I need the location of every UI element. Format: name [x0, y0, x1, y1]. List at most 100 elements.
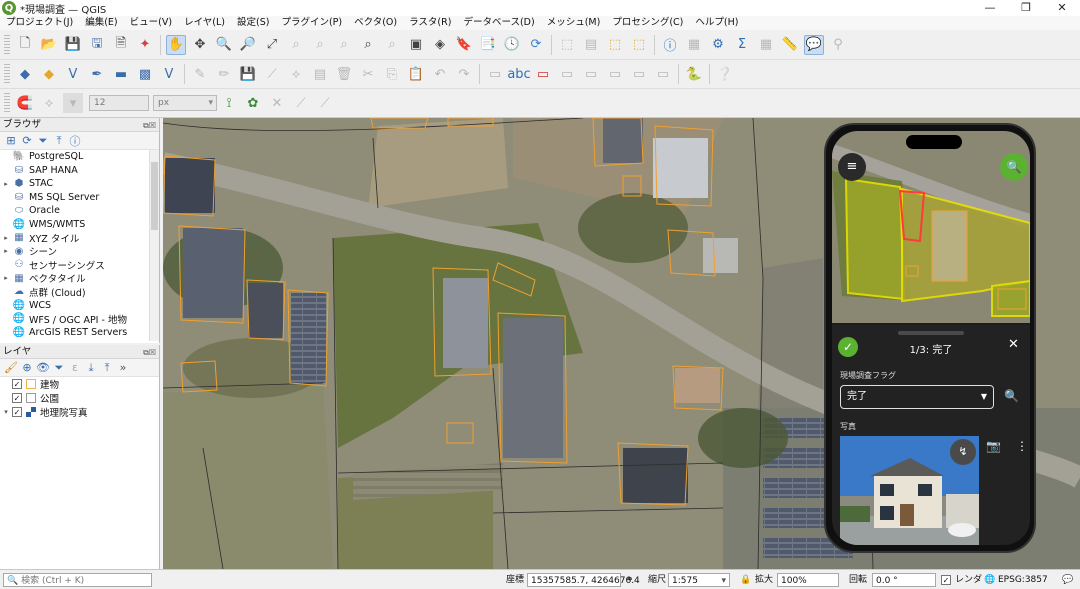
browser-item-sensorthings[interactable]: ⚇ センサーシングス — [0, 258, 159, 272]
menu-database[interactable]: データベース(D) — [457, 16, 540, 30]
filter-expression-icon[interactable]: ε — [67, 361, 83, 374]
zoom-last-icon[interactable]: ⌕ — [358, 35, 378, 55]
browser-item-wms[interactable]: 🌐 WMS/WMTS — [0, 218, 159, 232]
browser-item-stac[interactable]: ▸ ⬢ STAC — [0, 177, 159, 191]
modify-attributes-icon[interactable]: ▤ — [310, 64, 330, 84]
save-as-icon[interactable]: 🖫 — [87, 35, 107, 55]
paste-features-icon[interactable]: 📋 — [406, 64, 426, 84]
identify-icon[interactable]: ⓘ — [660, 35, 680, 55]
data-source-manager-icon[interactable]: ◆ — [15, 64, 35, 84]
label-show-icon[interactable]: ▭ — [629, 64, 649, 84]
open-project-icon[interactable]: 📂 — [39, 35, 59, 55]
style-layer-icon[interactable]: 🖌 — [3, 361, 19, 374]
tree-arrow[interactable]: ▾ — [0, 408, 12, 416]
select-location-icon[interactable]: ⬚ — [629, 35, 649, 55]
toggle-editing-icon[interactable]: ✏ — [214, 64, 234, 84]
label-highlight-icon[interactable]: abc — [507, 64, 530, 84]
layer-item-buildings[interactable]: ✓ 建物 — [0, 377, 159, 391]
lock-scale-icon[interactable]: 🔒 — [740, 573, 751, 587]
tracing-icon[interactable]: ⟋ — [291, 93, 311, 113]
menu-settings[interactable]: 設定(S) — [231, 16, 275, 30]
browser-item-mssql[interactable]: ⛁ MS SQL Server — [0, 191, 159, 205]
edit-photo-icon[interactable]: ↯ — [950, 439, 976, 465]
add-layer-icon[interactable]: ◆ — [39, 64, 59, 84]
coordinate-field[interactable]: 15357585.7, 4264676.4 — [527, 573, 640, 587]
add-group-icon[interactable]: ⊕ — [19, 361, 35, 374]
print-layout-icon[interactable]: 🗎 — [111, 35, 131, 55]
statistics-icon[interactable]: Σ — [732, 35, 752, 55]
more-tools-icon[interactable]: » — [115, 361, 131, 374]
menu-view[interactable]: ビュー(V) — [124, 16, 178, 30]
locator-search-input[interactable]: 🔍 検索 (Ctrl + K) — [3, 573, 152, 587]
pan-hand-icon[interactable]: ✋ — [166, 34, 186, 55]
new-3d-view-icon[interactable]: ◈ — [430, 35, 450, 55]
expand-all-icon[interactable]: ⤓ — [83, 361, 99, 375]
processing-toolbox-icon[interactable]: ⚙ — [708, 35, 728, 55]
refresh-icon[interactable]: ⟳ — [526, 35, 546, 55]
browser-item-wfs[interactable]: 🌐 WFS / OGC API - 地物 — [0, 312, 159, 326]
measure-icon[interactable]: 📏 — [780, 35, 800, 55]
hamburger-menu-icon[interactable]: ≡ — [838, 153, 866, 181]
browser-item-vector-tiles[interactable]: ▸ ▦ ベクタタイル — [0, 272, 159, 286]
zoom-out-icon[interactable]: 🔎 — [238, 35, 258, 55]
crs-globe-icon[interactable]: 🌐 — [984, 573, 995, 587]
browser-item-wcs[interactable]: 🌐 WCS — [0, 299, 159, 313]
menu-raster[interactable]: ラスタ(R) — [403, 16, 457, 30]
help-contents-icon[interactable]: ❔ — [715, 64, 735, 84]
lookup-search-icon[interactable]: 🔍 — [1004, 389, 1019, 403]
field-calculator-icon[interactable]: ▦ — [756, 35, 776, 55]
attribute-table-icon[interactable]: ▦ — [684, 35, 704, 55]
menu-edit[interactable]: 編集(E) — [79, 16, 123, 30]
label-change-icon[interactable]: ▭ — [605, 64, 625, 84]
menu-project[interactable]: プロジェクト(J) — [0, 16, 79, 30]
self-snapping-icon[interactable]: ✿ — [243, 93, 263, 113]
topological-editing-icon[interactable]: ⟟ — [219, 93, 239, 113]
new-map-view-icon[interactable]: ▣ — [406, 35, 426, 55]
browser-item-oracle[interactable]: ⬭ Oracle — [0, 204, 159, 218]
zoom-plugin-icon[interactable]: ⚲ — [828, 35, 848, 55]
delete-selected-icon[interactable]: 🗑 — [334, 64, 354, 84]
undo-icon[interactable]: ↶ — [430, 64, 450, 84]
panel-float-close-buttons[interactable]: ⧉☒ — [143, 346, 156, 360]
label-rotate-icon[interactable]: ▭ — [581, 64, 601, 84]
add-feature-icon[interactable]: ⟋ — [262, 64, 282, 84]
scale-select[interactable]: 1:575 — [668, 573, 730, 588]
magnifier-field[interactable]: 100% — [777, 573, 839, 587]
minimize-button[interactable]: — — [972, 0, 1008, 16]
toolbar-grip[interactable] — [4, 34, 10, 55]
select-features-icon[interactable]: ⬚ — [557, 35, 577, 55]
tree-arrow[interactable]: ▸ — [0, 247, 12, 255]
layer-visibility-checkbox[interactable]: ✓ — [12, 379, 22, 389]
snap-advanced-icon[interactable]: ⟋ — [315, 93, 335, 113]
show-bookmarks-icon[interactable]: 📑 — [478, 35, 498, 55]
zoom-full-icon[interactable]: ⤢ — [262, 35, 282, 55]
label-move-icon[interactable]: ▭ — [557, 64, 577, 84]
save-edits-icon[interactable]: 💾 — [238, 64, 258, 84]
menu-plugins[interactable]: プラグイン(P) — [275, 16, 348, 30]
zoom-layer-icon[interactable]: ⌕ — [310, 35, 330, 55]
snapping-magnet-icon[interactable]: 🧲 — [15, 93, 35, 113]
style-manager-icon[interactable]: ✦ — [135, 35, 155, 55]
bookmark-icon[interactable]: 🔖 — [454, 35, 474, 55]
current-edits-icon[interactable]: ✎ — [190, 64, 210, 84]
menu-help[interactable]: ヘルプ(H) — [689, 16, 744, 30]
browser-item-scene[interactable]: ▸ ◉ シーン — [0, 245, 159, 259]
camera-icon[interactable]: 📷 — [986, 439, 1001, 453]
snap-vertex-icon[interactable]: ⟡ — [39, 93, 59, 113]
browser-item-xyz[interactable]: ▸ ▦ XYZ タイル — [0, 231, 159, 245]
browser-item-sap-hana[interactable]: ⛁ SAP HANA — [0, 164, 159, 178]
tree-arrow[interactable]: ▸ — [0, 234, 12, 242]
scrollbar-thumb[interactable] — [151, 162, 158, 230]
label-tool-icon[interactable]: ▭ — [485, 64, 505, 84]
select-by-value-icon[interactable]: ▤ — [581, 35, 601, 55]
extents-toggle-icon[interactable]: ⚭ — [626, 573, 634, 587]
temporal-controller-icon[interactable]: 🕓 — [502, 35, 522, 55]
zoom-next-icon[interactable]: ⌕ — [382, 35, 402, 55]
virtual-layer-icon[interactable]: V — [159, 64, 179, 84]
map-tips-icon[interactable]: 💬 — [804, 34, 824, 55]
close-window-button[interactable]: ✕ — [1044, 0, 1080, 16]
browser-item-postgresql[interactable]: 🐘 PostgreSQL — [0, 150, 159, 164]
crs-label[interactable]: EPSG:3857 — [998, 573, 1048, 587]
snap-unit-select[interactable]: px — [153, 95, 217, 111]
deselect-icon[interactable]: ⬚ — [605, 35, 625, 55]
